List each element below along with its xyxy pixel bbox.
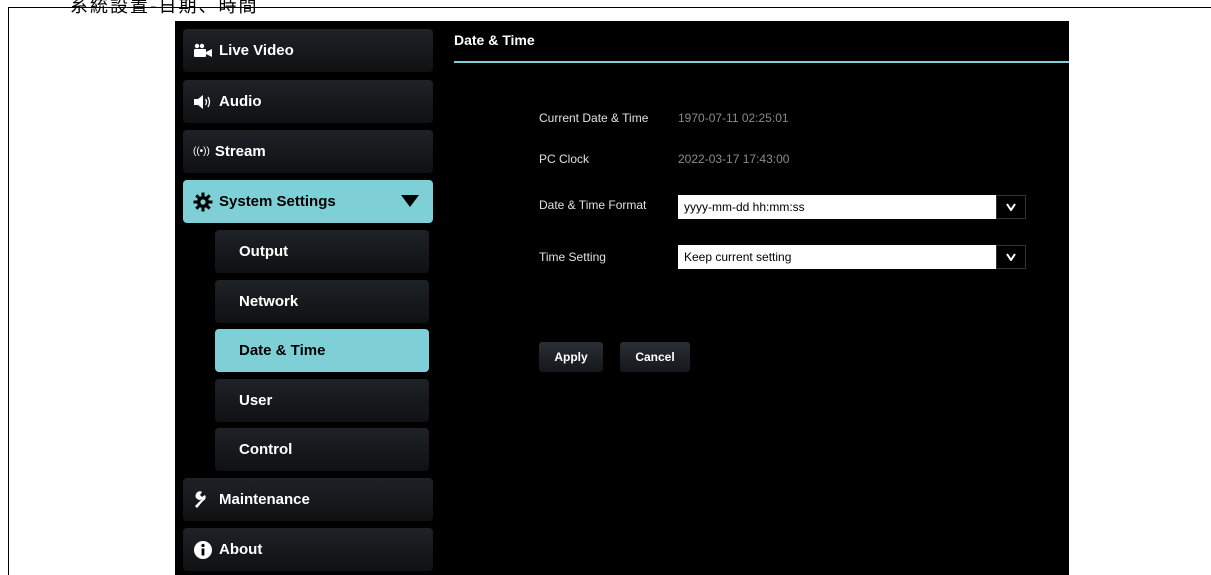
sidebar-subitem-network[interactable]: Network (215, 280, 429, 323)
frame-border-top (8, 7, 1211, 8)
sidebar-item-label: Live Video (219, 42, 294, 59)
gear-icon (193, 192, 213, 212)
sidebar-item-label: Network (239, 293, 299, 310)
sidebar-item-live-video[interactable]: Live Video (183, 29, 433, 72)
sidebar-item-audio[interactable]: Audio (183, 80, 433, 123)
date-time-format-label: Date & Time Format (539, 198, 647, 212)
sidebar-item-maintenance[interactable]: Maintenance (183, 478, 433, 521)
frame-border-left (8, 7, 9, 575)
video-camera-icon (193, 41, 213, 61)
sidebar-item-label: User (239, 392, 273, 409)
document-heading: 系統設置-日期、時間 (70, 0, 259, 17)
chevron-down-icon[interactable] (996, 195, 1026, 219)
chevron-down-icon[interactable] (996, 245, 1026, 269)
time-setting-value: Keep current setting (684, 250, 792, 264)
apply-button[interactable]: Apply (539, 342, 603, 372)
sidebar-item-label: Date & Time (239, 342, 326, 359)
sidebar-item-label: About (219, 541, 263, 558)
sidebar-item-label: Output (239, 243, 289, 260)
pc-clock-label: PC Clock (539, 152, 590, 166)
current-date-time-label: Current Date & Time (539, 111, 649, 125)
date-time-format-select[interactable]: yyyy-mm-dd hh:mm:ss (678, 195, 1026, 219)
caret-down-icon (401, 194, 419, 212)
sidebar-item-system-settings[interactable]: System Settings (183, 180, 433, 223)
sidebar-subitem-user[interactable]: User (215, 379, 429, 422)
speaker-icon (193, 92, 213, 112)
sidebar-item-label: Control (239, 441, 293, 458)
broadcast-icon: ((•)) (193, 146, 210, 157)
cancel-button[interactable]: Cancel (620, 342, 690, 372)
info-icon (193, 540, 213, 560)
sidebar-subitem-output[interactable]: Output (215, 230, 429, 273)
sidebar-subitem-date-time[interactable]: Date & Time (215, 329, 429, 372)
sidebar-item-about[interactable]: About (183, 528, 433, 571)
page-title: Date & Time (454, 32, 535, 48)
sidebar-item-stream[interactable]: ((•)) Stream (183, 130, 433, 173)
title-divider (454, 61, 1069, 63)
sidebar-item-label: Audio (219, 93, 262, 110)
date-time-format-value: yyyy-mm-dd hh:mm:ss (684, 200, 805, 214)
sidebar-item-label: Maintenance (219, 491, 310, 508)
sidebar-subitem-control[interactable]: Control (215, 428, 429, 471)
sidebar-item-label: System Settings (219, 193, 336, 210)
wrench-icon (193, 490, 213, 510)
pc-clock-value: 2022-03-17 17:43:00 (678, 152, 790, 166)
time-setting-label: Time Setting (539, 250, 606, 264)
current-date-time-value: 1970-07-11 02:25:01 (678, 111, 789, 125)
time-setting-select[interactable]: Keep current setting (678, 245, 1026, 269)
sidebar-item-label: Stream (214, 143, 266, 160)
settings-panel: Live Video Audio ((•)) Stream System Set… (175, 21, 1069, 575)
